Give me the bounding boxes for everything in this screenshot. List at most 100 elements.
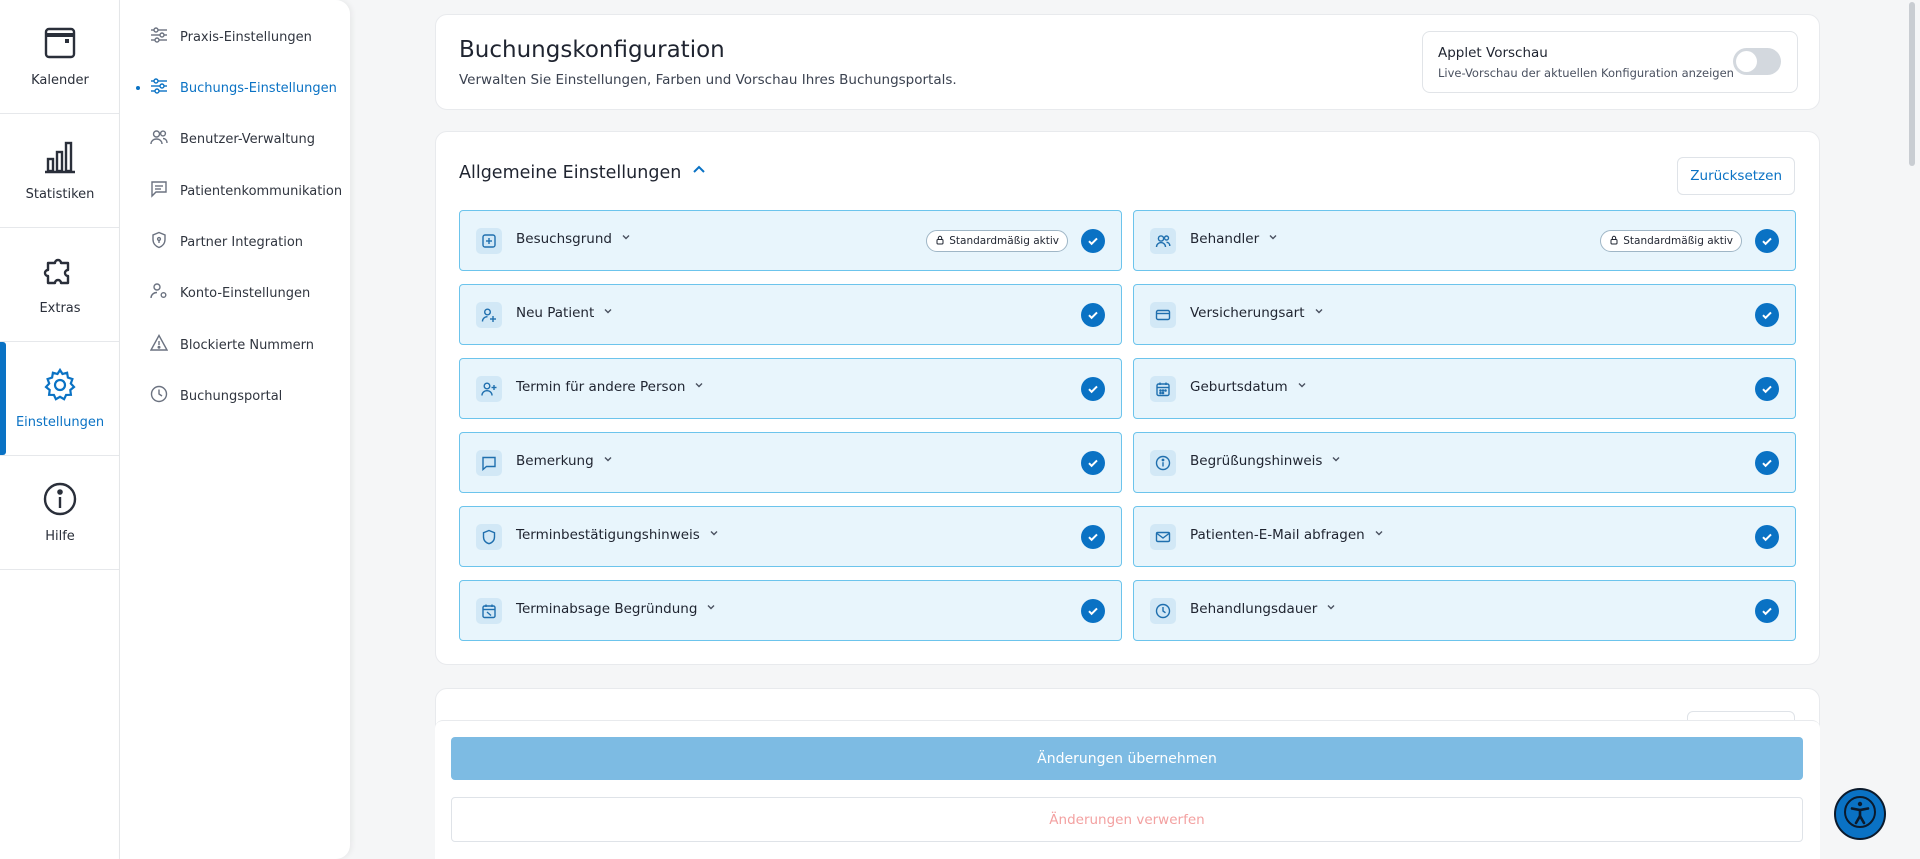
rail-item-hilfe[interactable]: Hilfe [0, 456, 120, 570]
chevron-down-icon [1330, 453, 1342, 469]
rail-item-label: Einstellungen [15, 415, 105, 430]
applet-preview-box: Applet Vorschau Live-Vorschau der aktuel… [1422, 31, 1798, 93]
subnav-item-benutzer-verwaltung[interactable]: Benutzer-Verwaltung [150, 127, 315, 151]
calendar-grid-icon [1150, 376, 1176, 402]
option-terminbestaetigungshinweis[interactable]: Terminbestätigungshinweis [459, 506, 1122, 567]
page-scrollbar[interactable] [1906, 0, 1920, 859]
option-label: Termin für andere Person [516, 379, 686, 395]
option-terminabsage-begruendung[interactable]: Terminabsage Begründung [459, 580, 1122, 641]
discard-changes-button[interactable]: Änderungen verwerfen [451, 797, 1803, 842]
option-behandlungsdauer[interactable]: Behandlungsdauer [1133, 580, 1796, 641]
option-neu-patient[interactable]: Neu Patient [459, 284, 1122, 345]
option-begruessungshinweis[interactable]: Begrüßungshinweis [1133, 432, 1796, 493]
rail-item-label: Kalender [31, 73, 89, 88]
check-icon[interactable] [1081, 303, 1105, 327]
chevron-down-icon [602, 453, 614, 469]
accessibility-icon [1843, 795, 1877, 833]
subnav-item-patientenkommunikation[interactable]: Patientenkommunikation [150, 179, 342, 203]
rail-item-label: Statistiken [25, 187, 95, 202]
check-icon[interactable] [1081, 451, 1105, 475]
badge-label: Standardmäßig aktiv [949, 235, 1059, 247]
option-name: Patienten-E-Mail abfragen [1190, 527, 1385, 543]
rail-item-extras[interactable]: Extras [0, 228, 120, 342]
subnav-item-label: Blockierte Nummern [180, 337, 314, 353]
option-name: Terminabsage Begründung [516, 601, 717, 617]
check-icon[interactable] [1081, 525, 1105, 549]
sliders-icon [150, 26, 168, 48]
applet-preview-toggle[interactable] [1733, 48, 1781, 75]
rail-item-einstellungen[interactable]: Einstellungen [0, 342, 120, 456]
chevron-down-icon [693, 379, 705, 395]
shield-icon [476, 524, 502, 550]
option-patienten-email-abfragen[interactable]: Patienten-E-Mail abfragen [1133, 506, 1796, 567]
check-icon[interactable] [1081, 229, 1105, 253]
subnav-item-label: Partner Integration [180, 234, 304, 250]
rail-item-label: Extras [39, 301, 81, 316]
clock-icon [150, 385, 168, 407]
subnav-item-label: Patientenkommunikation [180, 183, 343, 199]
option-name: Behandlungsdauer [1190, 601, 1337, 617]
option-label: Terminabsage Begründung [516, 601, 698, 617]
chevron-down-icon [620, 231, 632, 247]
check-icon[interactable] [1081, 599, 1105, 623]
chevron-down-icon [1325, 601, 1337, 617]
check-icon[interactable] [1755, 525, 1779, 549]
rail-item-kalender[interactable]: Kalender [0, 0, 120, 114]
chevron-down-icon [1267, 231, 1279, 247]
gear-icon [42, 367, 78, 407]
option-termin-fuer-andere-person[interactable]: Termin für andere Person [459, 358, 1122, 419]
option-name: Versicherungsart [1190, 305, 1325, 321]
header-card: Buchungskonfiguration Verwalten Sie Eins… [435, 14, 1820, 110]
check-icon[interactable] [1755, 229, 1779, 253]
reset-button[interactable]: Zurücksetzen [1677, 157, 1795, 195]
accessibility-button[interactable] [1834, 788, 1886, 840]
main-navigation-rail: Kalender Statistiken Extras Einstellunge… [0, 0, 120, 859]
chevron-down-icon [1373, 527, 1385, 543]
message-icon [150, 180, 168, 202]
subnav-item-label: Buchungs-Einstellungen [180, 80, 337, 96]
chevron-down-icon [1296, 379, 1308, 395]
bar-chart-icon [42, 139, 78, 179]
option-geburtsdatum[interactable]: Geburtsdatum [1133, 358, 1796, 419]
rail-item-label: Hilfe [45, 529, 75, 544]
option-versicherungsart[interactable]: Versicherungsart [1133, 284, 1796, 345]
scrollbar-thumb[interactable] [1909, 2, 1915, 166]
option-label: Behandler [1190, 231, 1260, 247]
credit-card-icon [1150, 302, 1176, 328]
subnav-item-partner-integration[interactable]: Partner Integration [150, 230, 303, 254]
check-icon[interactable] [1755, 451, 1779, 475]
option-label: Geburtsdatum [1190, 379, 1288, 395]
check-icon[interactable] [1755, 303, 1779, 327]
chevron-down-icon [705, 601, 717, 617]
subnav-item-blockierte-nummern[interactable]: Blockierte Nummern [149, 333, 314, 357]
option-behandler[interactable]: Behandler Standardmäßig aktiv [1133, 210, 1796, 271]
info-icon [42, 481, 78, 521]
page-title: Buchungskonfiguration [459, 37, 725, 63]
subnav-item-konto-einstellungen[interactable]: Konto-Einstellungen [150, 281, 310, 305]
badge-label: Standardmäßig aktiv [1623, 235, 1733, 247]
rail-item-statistiken[interactable]: Statistiken [0, 114, 120, 228]
option-besuchsgrund[interactable]: Besuchsgrund Standardmäßig aktiv [459, 210, 1122, 271]
check-icon[interactable] [1755, 377, 1779, 401]
settings-subnav: Praxis-Einstellungen Buchungs-Einstellun… [120, 0, 350, 859]
option-label: Besuchsgrund [516, 231, 612, 247]
users-icon [1150, 228, 1176, 254]
apply-changes-button[interactable]: Änderungen übernehmen [451, 737, 1803, 780]
puzzle-icon [42, 253, 78, 293]
users-icon [150, 128, 168, 150]
general-settings-header[interactable]: Allgemeine Einstellungen [459, 162, 707, 183]
lock-icon [1609, 235, 1619, 248]
subnav-item-label: Praxis-Einstellungen [180, 29, 312, 45]
subnav-item-buchungs-einstellungen[interactable]: Buchungs-Einstellungen [136, 76, 337, 100]
subnav-item-buchungsportal[interactable]: Buchungsportal [150, 384, 282, 408]
subnav-item-label: Konto-Einstellungen [180, 285, 311, 301]
user-settings-icon [150, 282, 168, 304]
default-active-badge: Standardmäßig aktiv [926, 230, 1068, 252]
check-icon[interactable] [1081, 377, 1105, 401]
option-bemerkung[interactable]: Bemerkung [459, 432, 1122, 493]
user-add-icon [476, 376, 502, 402]
option-label: Behandlungsdauer [1190, 601, 1318, 617]
option-label: Versicherungsart [1190, 305, 1305, 321]
check-icon[interactable] [1755, 599, 1779, 623]
subnav-item-praxis-einstellungen[interactable]: Praxis-Einstellungen [150, 25, 312, 49]
